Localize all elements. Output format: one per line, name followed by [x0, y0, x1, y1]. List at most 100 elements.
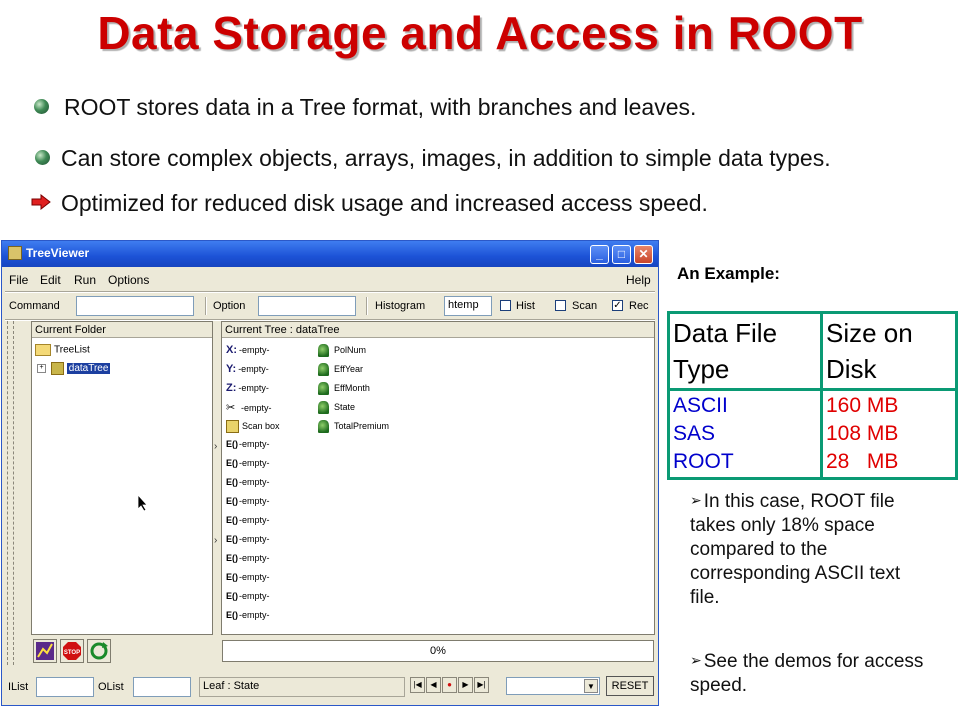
option-label: Option [213, 300, 246, 312]
scan-label: Scan [572, 300, 598, 312]
hist-checkbox[interactable] [500, 300, 511, 311]
menu-help[interactable]: Help [626, 273, 651, 287]
cut-item[interactable]: ✂ -empty- [226, 401, 272, 414]
refresh-button[interactable] [87, 639, 111, 663]
example-heading: An Example: [677, 264, 780, 283]
maximize-button[interactable]: □ [612, 245, 631, 264]
expression-item[interactable]: E()-empty- [226, 610, 270, 620]
close-button[interactable]: ✕ [634, 245, 653, 264]
expression-icon: E() [226, 477, 238, 487]
leaf-item[interactable]: EffMonth [318, 382, 370, 395]
status-bar: IList OList Leaf : State |◀ ◀ ● ▶ ▶| ▼ R… [2, 673, 658, 699]
expression-item[interactable]: E()-empty- [226, 515, 270, 525]
reset-button[interactable]: RESET [606, 676, 654, 696]
menu-edit[interactable]: Edit [40, 273, 61, 287]
last-entry-button[interactable]: ▶| [474, 677, 489, 693]
minimize-button[interactable]: _ [590, 245, 609, 264]
side-strip [7, 321, 26, 665]
leaf-item[interactable]: PolNum [318, 344, 366, 357]
stop-button[interactable]: STOP [60, 639, 84, 663]
green-ball-icon [34, 99, 49, 114]
arrowhead-bullet-icon: ➢ [690, 492, 702, 508]
menu-run[interactable]: Run [74, 273, 96, 287]
leaf-icon [318, 344, 329, 357]
note-2: ➢ See the demos for access speed. [690, 648, 925, 698]
note-1: ➢ In this case, ROOT file takes only 18% … [690, 488, 925, 610]
tree-item-datatree[interactable]: + dataTree [37, 362, 111, 375]
scan-checkbox[interactable] [555, 300, 566, 311]
scan-box-icon [226, 420, 239, 433]
expression-icon: E() [226, 534, 238, 544]
expression-icon: E() [226, 553, 238, 563]
expand-icon[interactable]: + [37, 364, 46, 373]
leaf-item[interactable]: EffYear [318, 363, 363, 376]
red-arrow-icon [31, 194, 51, 210]
x-axis-item[interactable]: X: -empty- [226, 344, 270, 356]
histogram-input[interactable]: htemp [444, 296, 492, 316]
toolbar-divider [205, 297, 207, 315]
slide-title: Data Storage and Access in ROOT [97, 7, 863, 59]
rec-checkbox[interactable]: ✓ [612, 300, 623, 311]
scan-box-item[interactable]: Scan box [226, 420, 280, 433]
type-cell: ASCII SAS ROOT [667, 388, 823, 480]
bullet-1-text: ROOT stores data in a Tree format, with … [64, 94, 697, 120]
green-ball-icon [35, 150, 50, 165]
expression-item[interactable]: E()-empty- [226, 439, 270, 449]
rec-label: Rec [629, 300, 649, 312]
ilist-input[interactable] [36, 677, 94, 697]
stop-icon: STOP [63, 642, 81, 660]
expression-item[interactable]: E()-empty- [226, 477, 270, 487]
window-title: TreeViewer [26, 246, 90, 260]
y-axis-item[interactable]: Y: -empty- [226, 363, 269, 375]
splitter-arrow-icon[interactable]: › [214, 535, 217, 546]
expression-item[interactable]: E()-empty- [226, 591, 270, 601]
next-entry-button[interactable]: ▶ [458, 677, 473, 693]
bullet-3: Optimized for reduced disk usage and inc… [31, 190, 708, 217]
table-header-row: Data File Type Size on Disk [667, 311, 958, 391]
bullet-2-text: Can store complex objects, arrays, image… [61, 145, 831, 171]
draw-button[interactable] [33, 639, 57, 663]
svg-text:STOP: STOP [64, 650, 80, 656]
expression-item[interactable]: E()-empty- [226, 572, 270, 582]
command-input[interactable] [76, 296, 194, 316]
record-button[interactable]: ● [442, 677, 457, 693]
side-strip-inner [13, 321, 14, 665]
tree-item-treelist[interactable]: TreeList [35, 344, 90, 356]
expression-icon: E() [226, 572, 238, 582]
splitter-arrow-icon[interactable]: › [214, 441, 217, 452]
toolbar: Command Option Histogram htemp Hist Scan… [2, 293, 658, 319]
menu-options[interactable]: Options [108, 273, 149, 287]
leaf-icon [318, 401, 329, 414]
z-axis-item[interactable]: Z: -empty- [226, 382, 269, 394]
expression-item[interactable]: E()-empty- [226, 458, 270, 468]
bullet-3-text: Optimized for reduced disk usage and inc… [61, 190, 708, 216]
leaf-icon [318, 363, 329, 376]
expression-icon: E() [226, 496, 238, 506]
chevron-down-icon[interactable]: ▼ [584, 679, 598, 693]
window-titlebar[interactable]: TreeViewer _ □ ✕ [2, 241, 658, 267]
option-input[interactable] [258, 296, 356, 316]
command-label: Command [9, 300, 60, 312]
leaf-icon [318, 382, 329, 395]
expression-icon: E() [226, 439, 238, 449]
expression-item[interactable]: E()-empty- [226, 553, 270, 563]
size-cell: 160 MB 108 MB 28 MB [820, 388, 958, 480]
olist-label: OList [98, 681, 124, 693]
tree-panel: Current Tree : dataTree X: -empty- Y: -emp… [221, 321, 655, 635]
first-entry-button[interactable]: |◀ [410, 677, 425, 693]
expression-icon: E() [226, 610, 238, 620]
folder-icon [35, 344, 51, 356]
folder-panel: Current Folder TreeList + dataTree [31, 321, 213, 635]
olist-input[interactable] [133, 677, 191, 697]
expression-item[interactable]: E()-empty- [226, 534, 270, 544]
header-size: Size on Disk [820, 311, 958, 391]
entry-combo[interactable]: ▼ [506, 677, 600, 695]
tree-icon [50, 362, 64, 375]
prev-entry-button[interactable]: ◀ [426, 677, 441, 693]
leaf-icon [318, 420, 329, 433]
menu-file[interactable]: File [9, 273, 28, 287]
leaf-item[interactable]: State [318, 401, 355, 414]
leaf-item[interactable]: TotalPremium [318, 420, 389, 433]
expression-item[interactable]: E()-empty- [226, 496, 270, 506]
leaf-status: Leaf : State [199, 677, 405, 697]
